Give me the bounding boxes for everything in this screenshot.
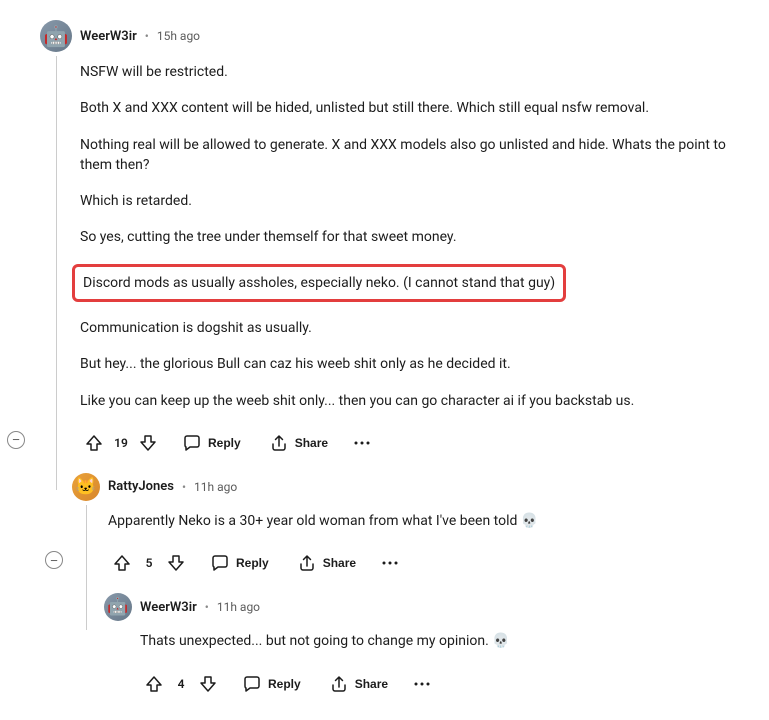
comment-header: 🐱 RattyJones • 11h ago bbox=[72, 473, 729, 501]
collapse-thread-button[interactable]: − bbox=[7, 431, 25, 449]
collapse-thread-button[interactable]: − bbox=[45, 551, 63, 569]
separator-dot: • bbox=[145, 29, 149, 43]
username-link[interactable]: RattyJones bbox=[108, 479, 174, 494]
avatar[interactable]: 🤖 bbox=[104, 593, 132, 621]
vote-count: 5 bbox=[142, 556, 156, 570]
share-icon bbox=[269, 433, 289, 453]
comment-actions: 5 Reply Share bbox=[108, 547, 729, 579]
more-options-button[interactable] bbox=[408, 670, 436, 698]
more-icon bbox=[380, 553, 400, 573]
vote-group: 19 bbox=[80, 429, 162, 457]
highlighted-annotation: Discord mods as usually assholes, especi… bbox=[72, 264, 566, 302]
comment-paragraph: Which is retarded. bbox=[80, 191, 729, 211]
reply-label: Reply bbox=[236, 556, 269, 570]
timestamp: 11h ago bbox=[217, 600, 260, 614]
avatar[interactable]: 🐱 bbox=[72, 473, 100, 501]
comment-paragraph: Both X and XXX content will be hided, un… bbox=[80, 98, 729, 118]
more-icon bbox=[412, 674, 432, 694]
vote-group: 5 bbox=[108, 549, 190, 577]
comment-level-0: 🤖 WeerW3ir • 15h ago NSFW will be restri… bbox=[40, 20, 729, 700]
timestamp: 15h ago bbox=[157, 29, 200, 43]
comment-paragraph: Thats unexpected... but not going to cha… bbox=[140, 631, 729, 651]
share-icon bbox=[297, 553, 317, 573]
comment-paragraph: So yes, cutting the tree under themself … bbox=[80, 227, 729, 247]
downvote-button[interactable] bbox=[194, 670, 222, 698]
comment-body: Thats unexpected... but not going to cha… bbox=[104, 631, 729, 651]
comment-paragraph: Like you can keep up the weeb shit only.… bbox=[80, 391, 729, 411]
upvote-icon bbox=[112, 553, 132, 573]
comment-paragraph: But hey... the glorious Bull can caz his… bbox=[80, 354, 729, 374]
comment-body: NSFW will be restricted. Both X and XXX … bbox=[40, 62, 729, 411]
share-label: Share bbox=[355, 677, 388, 691]
comment-paragraph: Apparently Neko is a 30+ year old woman … bbox=[108, 511, 729, 531]
reply-icon bbox=[210, 553, 230, 573]
reply-label: Reply bbox=[208, 436, 241, 450]
downvote-icon bbox=[198, 674, 218, 694]
comment-level-2: 🤖 WeerW3ir • 11h ago Thats unexpected...… bbox=[72, 593, 729, 699]
reply-button[interactable]: Reply bbox=[202, 547, 277, 579]
comment-body: Apparently Neko is a 30+ year old woman … bbox=[72, 511, 729, 531]
comment-paragraph: Nothing real will be allowed to generate… bbox=[80, 135, 729, 176]
more-icon bbox=[352, 433, 372, 453]
reply-button[interactable]: Reply bbox=[234, 668, 309, 700]
share-icon bbox=[329, 674, 349, 694]
comment-paragraph: Communication is dogshit as usually. bbox=[80, 318, 729, 338]
comment-header: 🤖 WeerW3ir • 15h ago bbox=[40, 20, 729, 52]
more-options-button[interactable] bbox=[376, 549, 404, 577]
vote-count: 4 bbox=[174, 677, 188, 691]
reply-icon bbox=[182, 433, 202, 453]
downvote-icon bbox=[166, 553, 186, 573]
upvote-button[interactable] bbox=[108, 549, 136, 577]
upvote-icon bbox=[144, 674, 164, 694]
vote-group: 4 bbox=[140, 670, 222, 698]
comment-level-1: 🐱 RattyJones • 11h ago Apparently Neko i… bbox=[40, 473, 729, 700]
downvote-button[interactable] bbox=[162, 549, 190, 577]
more-options-button[interactable] bbox=[348, 429, 376, 457]
separator-dot: • bbox=[205, 600, 209, 614]
avatar[interactable]: 🤖 bbox=[40, 20, 72, 52]
share-button[interactable]: Share bbox=[261, 427, 336, 459]
comment-paragraph: NSFW will be restricted. bbox=[80, 62, 729, 82]
downvote-icon bbox=[138, 433, 158, 453]
timestamp: 11h ago bbox=[194, 480, 237, 494]
downvote-button[interactable] bbox=[134, 429, 162, 457]
separator-dot: • bbox=[182, 480, 186, 494]
upvote-button[interactable] bbox=[140, 670, 168, 698]
comment-paragraph: Discord mods as usually assholes, especi… bbox=[83, 273, 555, 293]
username-link[interactable]: WeerW3ir bbox=[80, 29, 137, 44]
username-link[interactable]: WeerW3ir bbox=[140, 600, 197, 615]
reply-label: Reply bbox=[268, 677, 301, 691]
reply-button[interactable]: Reply bbox=[174, 427, 249, 459]
share-button[interactable]: Share bbox=[321, 668, 396, 700]
reply-icon bbox=[242, 674, 262, 694]
share-label: Share bbox=[295, 436, 328, 450]
share-button[interactable]: Share bbox=[289, 547, 364, 579]
comment-actions: 4 Reply Share bbox=[140, 668, 729, 700]
comment-actions: 19 Reply Share bbox=[80, 427, 729, 459]
upvote-icon bbox=[84, 433, 104, 453]
comment-header: 🤖 WeerW3ir • 11h ago bbox=[104, 593, 729, 621]
vote-count: 19 bbox=[114, 436, 128, 450]
share-label: Share bbox=[323, 556, 356, 570]
upvote-button[interactable] bbox=[80, 429, 108, 457]
